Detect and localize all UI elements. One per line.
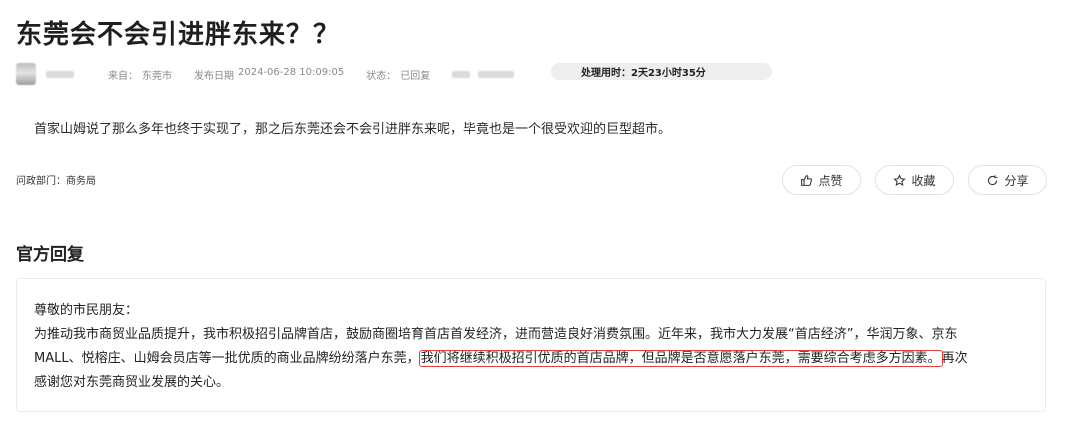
processing-time-badge: 处理用时：2天23小时35分 xyxy=(551,63,772,80)
redacted-info-1 xyxy=(452,70,471,78)
share-button[interactable]: 分享 xyxy=(968,165,1047,195)
share-label: 分享 xyxy=(1004,173,1029,188)
page-title: 东莞会不会引进胖东来？？ xyxy=(16,20,341,50)
publish-date: 发布日期 2024-06-28 10:09:05 xyxy=(194,67,344,82)
action-bar: 点赞 收藏 分享 xyxy=(782,165,1047,195)
favorite-button[interactable]: 收藏 xyxy=(875,165,954,195)
official-reply-card: 尊敬的市民朋友： 为推动我市商贸业品质提升，我市积极招引品牌首店，鼓励商圈培育首… xyxy=(16,278,1046,412)
reply-line-2: MALL、悦榕庄、山姆会员店等一批优质的商业品牌纷纷落户东莞，我们将继续积极招引… xyxy=(34,347,1034,371)
source-value: 东莞市 xyxy=(142,70,172,82)
date-value: 2024-06-28 10:09:05 xyxy=(238,66,345,78)
thumbs-up-icon xyxy=(801,174,813,186)
post-meta: 来自： 东莞市 发布日期 2024-06-28 10:09:05 状态： 已回复 处理… xyxy=(16,62,772,86)
status-value: 已回复 xyxy=(400,70,431,82)
favorite-label: 收藏 xyxy=(911,173,936,188)
reply-line-2-start: MALL、悦榕庄、山姆会员店等一批优质的商业品牌纷纷落户东莞， xyxy=(34,351,420,366)
date-label: 发布日期 xyxy=(194,70,234,82)
reply-line-2-end: 再次 xyxy=(941,351,968,366)
reply-line-1: 为推动我市商贸业品质提升，我市积极招引品牌首店，鼓励商圈培育首店首发经济，进而营… xyxy=(34,327,958,342)
reply-line-3: 感谢您对东莞商贸业发展的关心。 xyxy=(34,375,230,390)
source-label: 来自： xyxy=(108,70,138,82)
like-button[interactable]: 点赞 xyxy=(782,165,861,195)
redacted-info-2 xyxy=(478,70,515,78)
share-icon xyxy=(988,174,998,185)
highlighted-sentence: 我们将继续积极招引优质的首店品牌，但品牌是否意愿落户东莞，需要综合考虑多方因素。 xyxy=(418,350,943,367)
status-label: 状态： xyxy=(366,70,397,82)
reply-greeting: 尊敬的市民朋友： xyxy=(34,303,139,318)
username-redacted xyxy=(46,70,74,78)
avatar[interactable] xyxy=(16,63,36,85)
question-text: 首家山姆说了那么多年也终于实现了，那之后东莞还会不会引进胖东来呢，毕竟也是一个很… xyxy=(34,122,672,137)
official-reply-heading: 官方回复 xyxy=(16,245,84,265)
department-label: 问政部门：商务局 xyxy=(16,176,96,187)
star-icon xyxy=(893,173,907,186)
status-info: 状态： 已回复 xyxy=(366,67,430,82)
reply-body: 尊敬的市民朋友： 为推动我市商贸业品质提升，我市积极招引品牌首店，鼓励商圈培育首… xyxy=(34,299,1034,395)
like-label: 点赞 xyxy=(818,173,843,188)
source-info: 来自： 东莞市 xyxy=(108,67,172,82)
